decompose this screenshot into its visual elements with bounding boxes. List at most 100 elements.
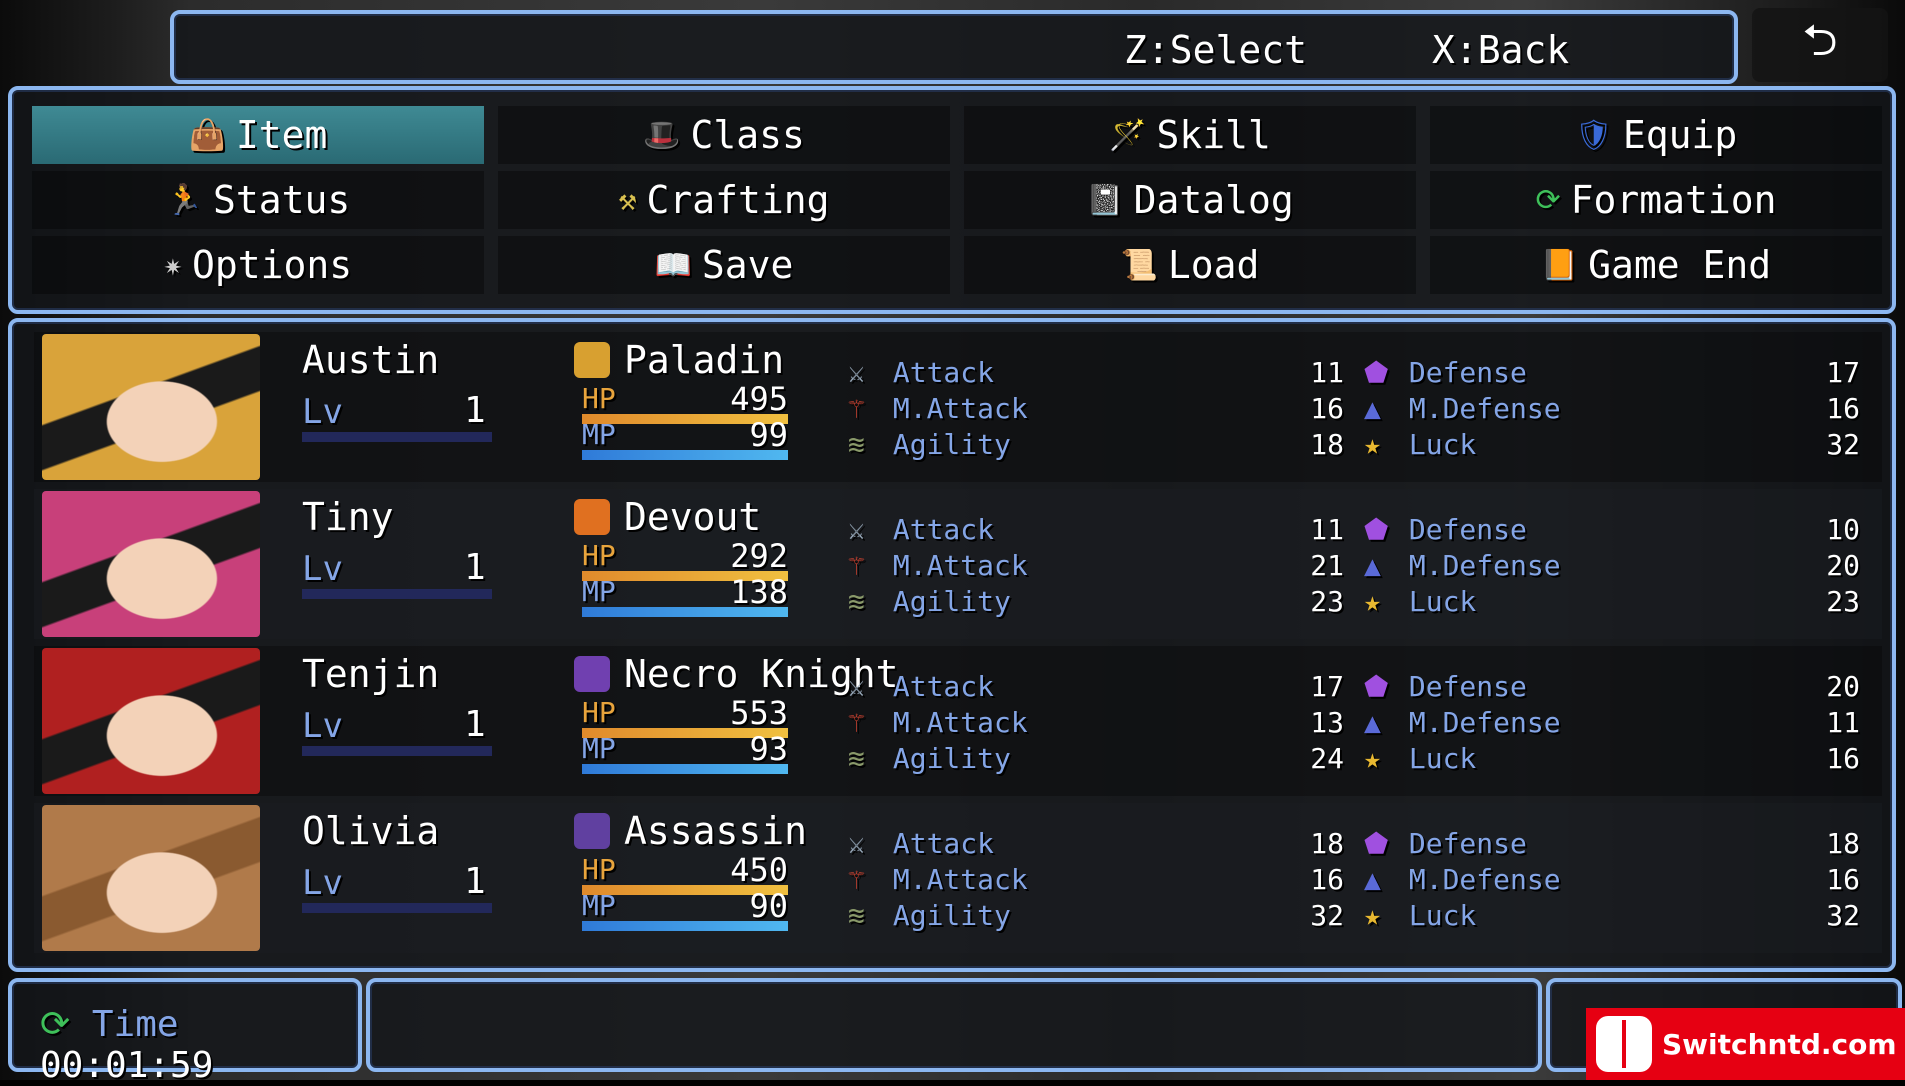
param-mdefense: ▲ M.Defense [1364, 549, 1561, 582]
character-name: Austin [302, 338, 440, 382]
param-mdefense-value: 11 [1826, 706, 1860, 739]
back-button[interactable]: ⮌ [1752, 8, 1888, 82]
mp-label: MP [582, 732, 616, 765]
class-icon [574, 499, 610, 535]
star-icon: ★ [1364, 899, 1381, 932]
menu-equip[interactable]: 🛡 Equip [1430, 106, 1882, 164]
param-mdefense: ▲ M.Defense [1364, 392, 1561, 425]
star-icon: ★ [1364, 585, 1381, 618]
party-member-row[interactable]: Tiny Lv 1 Devout HP 292 MP 138 ⚔ Attack 11 ⚚… [34, 489, 1882, 639]
menu-skill[interactable]: 🪄 Skill [964, 106, 1416, 164]
menu-game-end[interactable]: 📙 Game End [1430, 236, 1882, 294]
menu-class[interactable]: 🎩 Class [498, 106, 950, 164]
shield-icon: ⬟ [1364, 827, 1389, 860]
figure-icon: 🏃 [165, 182, 204, 218]
axe-icon: ⚔ [848, 827, 865, 860]
location-window [366, 978, 1542, 1072]
menu-label: Class [690, 113, 805, 157]
param-luck: ★ Luck [1364, 428, 1477, 461]
open-book-icon: 📖 [654, 247, 692, 283]
param-luck: ★ Luck [1364, 742, 1477, 775]
param-defense: ⬟ Defense [1364, 356, 1527, 389]
menu-label: Skill [1156, 113, 1271, 157]
scroll-icon: 📜 [1120, 247, 1158, 283]
wand-icon: ⚚ [848, 863, 865, 896]
wizard-hat-icon: ▲ [1364, 863, 1381, 896]
wizard-hat-icon: ▲ [1364, 706, 1381, 739]
param-luck-value: 16 [1826, 742, 1860, 775]
character-portrait [42, 805, 260, 951]
select-hint: Z:Select [1124, 28, 1308, 72]
character-portrait [42, 648, 260, 794]
param-mattack-value: 16 [1310, 863, 1344, 896]
star-icon: ★ [1364, 428, 1381, 461]
bag-icon: 👜 [188, 117, 226, 153]
star-icon: ★ [1364, 742, 1381, 775]
hp-label: HP [582, 539, 616, 572]
hp-value: 450 [730, 851, 788, 889]
param-agility: ≋ Agility [848, 585, 1011, 618]
param-attack-value: 17 [1310, 670, 1344, 703]
class-name: Paladin [624, 338, 785, 382]
hp-label: HP [582, 696, 616, 729]
param-mattack-value: 13 [1310, 706, 1344, 739]
param-agility-value: 24 [1310, 742, 1344, 775]
menu-label: Options [191, 243, 353, 287]
wand-icon: ⚚ [848, 549, 865, 582]
axe-icon: ⚔ [848, 670, 865, 703]
menu-label: Item [235, 113, 328, 157]
hp-value: 292 [730, 537, 788, 575]
character-name: Tenjin [302, 652, 440, 696]
param-luck: ★ Luck [1364, 899, 1477, 932]
tools-icon: ⚒ [618, 182, 637, 218]
menu-save[interactable]: 📖 Save [498, 236, 950, 294]
param-mdefense: ▲ M.Defense [1364, 706, 1561, 739]
time-label: Time [91, 1004, 179, 1045]
exp-bar [302, 589, 492, 599]
param-mdefense: ▲ M.Defense [1364, 863, 1561, 896]
class-icon [574, 342, 610, 378]
party-member-row[interactable]: Olivia Lv 1 Assassin HP 450 MP 90 ⚔ Attack 1… [34, 803, 1882, 953]
boot-icon: ≋ [848, 428, 865, 461]
shield-icon: ⬟ [1364, 513, 1389, 546]
param-attack: ⚔ Attack [848, 356, 995, 389]
mp-label: MP [582, 418, 616, 451]
menu-load[interactable]: 📜 Load [964, 236, 1416, 294]
param-luck: ★ Luck [1364, 585, 1477, 618]
param-agility-value: 23 [1310, 585, 1344, 618]
level-label: Lv [302, 392, 343, 432]
shield-icon: ⬟ [1364, 356, 1389, 389]
wand-icon: ⚚ [848, 706, 865, 739]
watermark-logo: Switchntd.com [1586, 1008, 1905, 1080]
param-attack-value: 11 [1310, 356, 1344, 389]
menu-datalog[interactable]: 📓 Datalog [964, 171, 1416, 229]
party-member-row[interactable]: Tenjin Lv 1 Necro Knight HP 553 MP 93 ⚔ Att… [34, 646, 1882, 796]
menu-label: Status [213, 178, 351, 222]
boot-icon: ≋ [848, 899, 865, 932]
menu-options[interactable]: ✷ Options [32, 236, 484, 294]
param-attack: ⚔ Attack [848, 827, 995, 860]
param-mdefense-value: 20 [1826, 549, 1860, 582]
menu-formation[interactable]: ⟳ Formation [1430, 171, 1882, 229]
param-luck-value: 32 [1826, 899, 1860, 932]
param-agility: ≋ Agility [848, 428, 1011, 461]
menu-label: Crafting [646, 178, 830, 222]
hp-value: 553 [730, 694, 788, 732]
mp-label: MP [582, 575, 616, 608]
character-name: Olivia [302, 809, 440, 853]
mp-value: 90 [749, 887, 788, 925]
menu-status[interactable]: 🏃 Status [32, 171, 484, 229]
back-hint: X:Back [1432, 28, 1570, 72]
party-member-row[interactable]: Austin Lv 1 Paladin HP 495 MP 99 ⚔ Attack 11… [34, 332, 1882, 482]
menu-item[interactable]: 👜 Item [32, 106, 484, 164]
hp-label: HP [582, 382, 616, 415]
armor-icon: 🛡 [1574, 117, 1613, 153]
class-icon [574, 656, 610, 692]
level-value: 1 [464, 861, 486, 902]
param-agility: ≋ Agility [848, 742, 1011, 775]
param-agility-value: 32 [1310, 899, 1344, 932]
switch-logo-icon [1596, 1016, 1652, 1072]
param-defense: ⬟ Defense [1364, 513, 1527, 546]
menu-crafting[interactable]: ⚒ Crafting [498, 171, 950, 229]
level-value: 1 [464, 547, 486, 588]
